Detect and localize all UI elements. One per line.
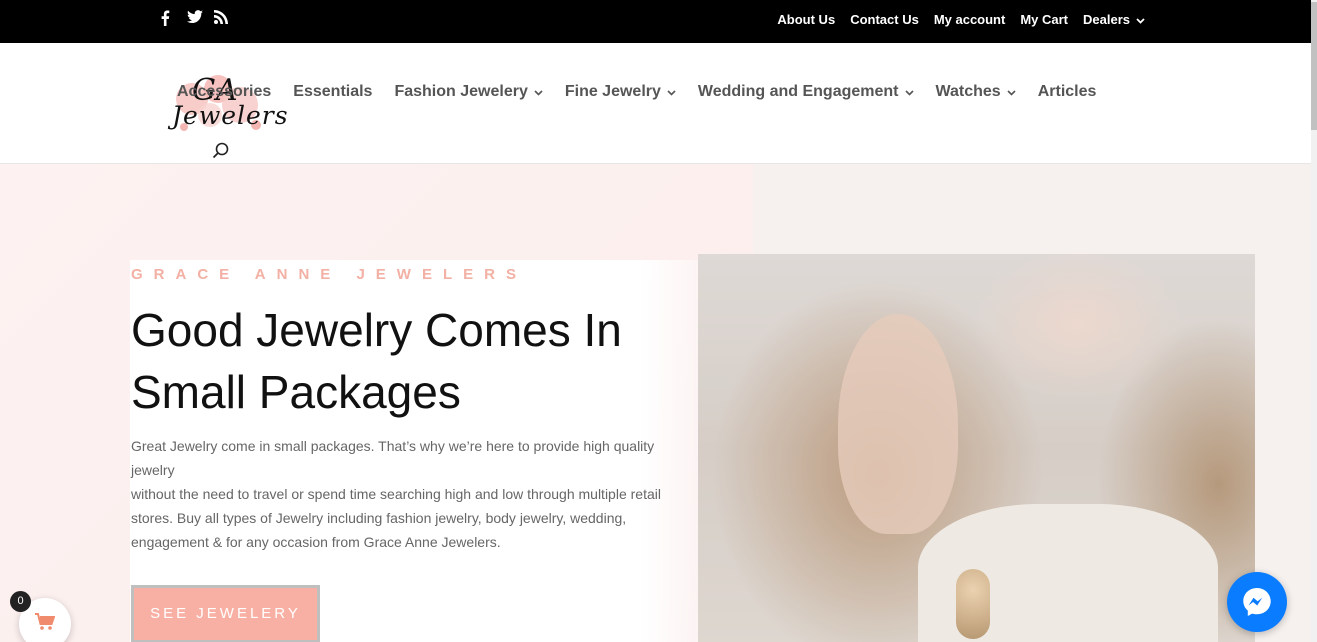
photo-overlay — [698, 254, 1255, 642]
top-bar: About Us Contact Us My account My Cart D… — [0, 0, 1311, 43]
hero-photo — [698, 254, 1255, 642]
hero-body-line2: without the need to travel or spend time… — [131, 486, 661, 550]
nav-item-label: Wedding and Engagement — [697, 83, 899, 100]
hero-headline: Good Jewelry Comes In Small Packages — [131, 299, 691, 423]
chevron-down-icon — [1136, 12, 1145, 27]
hero-section: GRACE ANNE JEWELERS Good Jewelry Comes I… — [0, 164, 1311, 642]
top-links: About Us Contact Us My account My Cart D… — [777, 12, 1145, 27]
hero-headline-line1: Good Jewelry Comes In — [131, 304, 622, 356]
nav-item-articles[interactable]: Articles — [1038, 83, 1097, 101]
nav-item-fashion-jewelery[interactable]: Fashion Jewelery — [394, 83, 543, 101]
rss-icon[interactable] — [214, 10, 229, 26]
site-header: GA Jewelers Accessories Essentials Fashi… — [0, 43, 1311, 164]
page-scrollbar[interactable] — [1311, 0, 1317, 642]
messenger-chat-button[interactable] — [1227, 572, 1287, 632]
hero-body: Great Jewelry come in small packages. Th… — [131, 434, 671, 554]
site-logo[interactable]: GA Jewelers — [170, 71, 288, 143]
nav-item-label: Essentials — [293, 83, 373, 100]
logo-wordmark: Jewelers — [172, 101, 289, 130]
nav-item-label: Watches — [935, 83, 1001, 100]
hero-body-line1: Great Jewelry come in small packages. Th… — [131, 438, 655, 478]
facebook-icon[interactable] — [160, 10, 175, 26]
dealers-label: Dealers — [1083, 12, 1130, 27]
social-links — [160, 10, 229, 26]
chevron-down-icon — [1007, 87, 1016, 99]
nav-item-label: Articles — [1037, 83, 1097, 100]
hero-headline-line2: Small Packages — [131, 366, 461, 418]
contact-us-link[interactable]: Contact Us — [850, 12, 919, 27]
nav-item-label: Accessories — [177, 83, 272, 100]
about-us-link[interactable]: About Us — [777, 12, 835, 27]
nav-item-label: Fashion Jewelery — [394, 83, 528, 100]
nav-item-essentials[interactable]: Essentials — [293, 83, 372, 101]
cart-count-badge: 0 — [10, 591, 31, 612]
chevron-down-icon — [904, 87, 914, 99]
nav-item-fine-jewelry[interactable]: Fine Jewelry — [565, 83, 676, 101]
my-account-link[interactable]: My account — [934, 12, 1006, 27]
search-icon[interactable] — [212, 142, 230, 160]
nav-item-accessories[interactable]: Accessories — [177, 83, 271, 101]
nav-item-watches[interactable]: Watches — [936, 83, 1016, 101]
chevron-down-icon — [667, 87, 676, 99]
twitter-icon[interactable] — [187, 10, 203, 26]
nav-item-label: Fine Jewelry — [564, 83, 661, 100]
scrollbar-thumb[interactable] — [1311, 2, 1317, 130]
hero-eyebrow: GRACE ANNE JEWELERS — [131, 266, 527, 283]
see-jewelery-button[interactable]: SEE JEWELERY — [131, 585, 320, 642]
my-cart-link[interactable]: My Cart — [1020, 12, 1068, 27]
chevron-down-icon — [534, 87, 543, 99]
nav-item-wedding-engagement[interactable]: Wedding and Engagement — [698, 83, 914, 101]
dealers-menu[interactable]: Dealers — [1083, 12, 1145, 27]
main-nav: Accessories Essentials Fashion Jewelery … — [177, 83, 1096, 101]
